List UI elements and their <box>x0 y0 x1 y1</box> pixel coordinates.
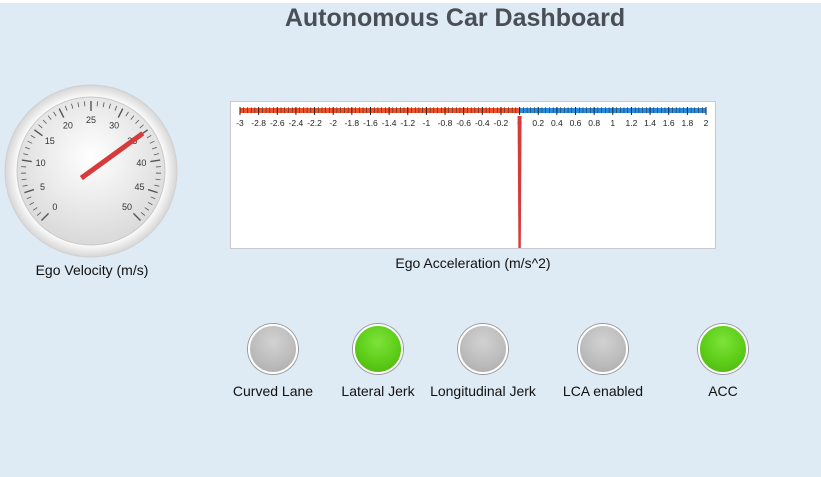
acceleration-tick-label: -1 <box>423 118 431 128</box>
velocity-tick-label: 30 <box>109 121 119 131</box>
acceleration-tick-label: -2.4 <box>289 118 304 128</box>
acceleration-tick-label: 1.4 <box>644 118 656 128</box>
acceleration-tick-label: 1.8 <box>681 118 693 128</box>
longitudinal-jerk-lamp <box>458 324 508 374</box>
acceleration-tick-label: 2 <box>704 118 709 128</box>
acceleration-tick-label: 1.6 <box>663 118 675 128</box>
lateral-jerk-lamp <box>353 324 403 374</box>
curved-lane-lamp <box>248 324 298 374</box>
acceleration-tick-label: -2.6 <box>270 118 285 128</box>
velocity-tick-label: 5 <box>40 182 45 192</box>
velocity-tick-label: 0 <box>52 202 57 212</box>
acceleration-label: Ego Acceleration (m/s^2) <box>395 255 551 271</box>
acceleration-tick-label: -0.2 <box>494 118 509 128</box>
velocity-label: Ego Velocity (m/s) <box>35 262 149 278</box>
page-title: Autonomous Car Dashboard <box>284 4 626 32</box>
acceleration-tick-label: -2.8 <box>251 118 266 128</box>
acceleration-gauge: -3 -2.8 -2.6 -2.4 -2.2 -2 -1.8 -1.6 -1.4 -1.2 -1 -0… <box>230 101 716 249</box>
acceleration-tick-label: 0.8 <box>588 118 600 128</box>
longitudinal-jerk-label: Longitudinal Jerk <box>430 383 536 399</box>
velocity-tick-label: 50 <box>122 202 132 212</box>
velocity-tick-label: 15 <box>45 136 55 146</box>
acceleration-tick-label: -0.8 <box>438 118 453 128</box>
acceleration-needle <box>517 116 522 248</box>
acceleration-tick-label: 0.6 <box>570 118 582 128</box>
lca-enabled-label: LCA enabled <box>562 383 644 399</box>
acc-label: ACC <box>708 383 738 399</box>
acceleration-tick-label: 1.2 <box>626 118 638 128</box>
acceleration-tick-label: 0.2 <box>532 118 544 128</box>
acceleration-tick-label: -3 <box>236 118 244 128</box>
acceleration-tick-label: -1.4 <box>382 118 397 128</box>
acceleration-tick-label: -1.6 <box>363 118 378 128</box>
velocity-tick-label: 10 <box>36 158 46 168</box>
acceleration-tick-label: -1.2 <box>400 118 415 128</box>
dashboard-canvas: Autonomous Car Dashboard 051015202530354… <box>0 0 821 477</box>
velocity-tick-label: 20 <box>63 121 73 131</box>
acceleration-tick-label: -2 <box>329 118 337 128</box>
acceleration-tick-label: 1 <box>610 118 615 128</box>
acceleration-tick-label: -0.4 <box>475 118 490 128</box>
acceleration-tick-label: 0.4 <box>551 118 563 128</box>
velocity-tick-label: 25 <box>86 115 96 125</box>
lca-enabled-lamp <box>578 324 628 374</box>
acceleration-tick-label: -2.2 <box>307 118 322 128</box>
acc-lamp <box>698 324 748 374</box>
velocity-gauge: 05101520253035404550 <box>4 84 178 258</box>
acceleration-tick-label: -1.8 <box>345 118 360 128</box>
acceleration-tick-label: -0.6 <box>456 118 471 128</box>
velocity-tick-label: 45 <box>134 182 144 192</box>
top-strip <box>0 0 821 3</box>
acceleration-negative-band <box>240 108 520 113</box>
velocity-tick-label: 40 <box>136 158 146 168</box>
